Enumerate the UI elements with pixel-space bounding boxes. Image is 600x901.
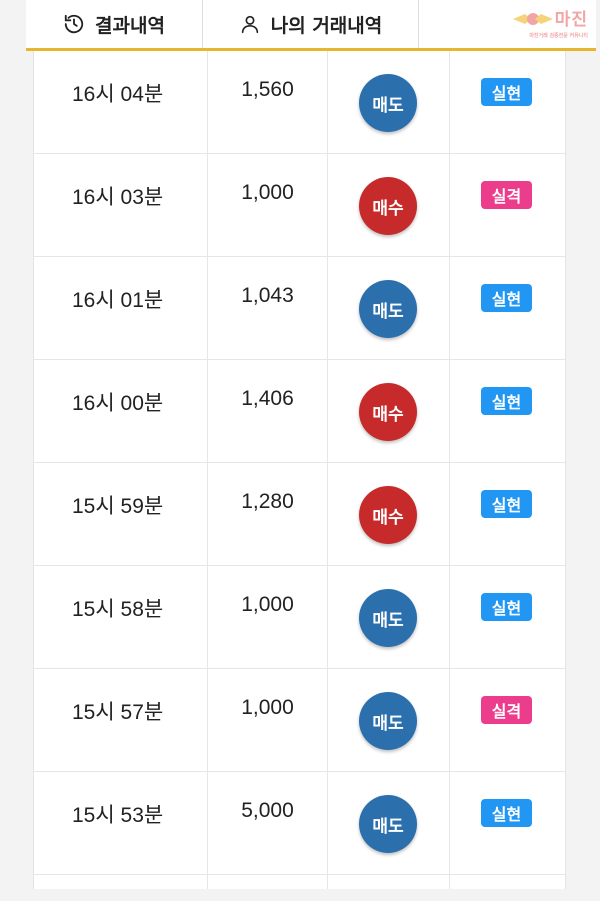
trade-time: 15시 57분 <box>72 701 164 724</box>
time-cell: 16시 00분 <box>34 360 208 462</box>
result-badge: 실현 <box>481 78 532 106</box>
side-cell: 매수 <box>328 463 450 565</box>
side-cell: 매도 <box>328 669 450 771</box>
logo-emblem-icon <box>511 10 555 32</box>
trade-side-badge: 매수 <box>359 383 417 441</box>
trade-time: 16시 03분 <box>72 186 164 209</box>
trade-side-badge: 매수 <box>359 486 417 544</box>
table-row: 16시 01분 1,043 매도 실현 <box>34 257 565 360</box>
amount-cell: 1,280 <box>208 463 328 565</box>
amount-cell: 1,000 <box>208 669 328 771</box>
result-badge: 실현 <box>481 799 532 827</box>
table-row: 16시 00분 1,406 매수 실현 <box>34 360 565 463</box>
trade-amount: 1,043 <box>241 284 294 307</box>
result-cell: 실현 <box>450 257 565 359</box>
time-cell: 15시 58분 <box>34 566 208 668</box>
result-cell: 실현 <box>450 360 565 462</box>
trade-amount: 1,560 <box>241 78 294 101</box>
amount-cell: 1,406 <box>208 360 328 462</box>
amount-cell: 1,000 <box>208 566 328 668</box>
logo-text: 마진 <box>554 10 588 30</box>
trade-amount: 1,000 <box>241 181 294 204</box>
result-badge: 실현 <box>481 284 532 312</box>
trade-amount: 1,000 <box>241 593 294 616</box>
result-cell: 실격 <box>450 669 565 771</box>
trade-amount: 1,280 <box>241 490 294 513</box>
result-badge: 실격 <box>481 181 532 209</box>
trade-time: 15시 58분 <box>72 598 164 621</box>
result-cell: 실현 <box>450 51 565 153</box>
trade-side-badge: 매도 <box>359 795 417 853</box>
time-cell: 15시 59분 <box>34 463 208 565</box>
result-badge: 실현 <box>481 387 532 415</box>
logo: 마진 마진거래 검증전문 커뮤니티 <box>511 10 588 39</box>
result-badge: 실현 <box>481 490 532 518</box>
table-row: 15시 59분 1,280 매수 실현 <box>34 463 565 566</box>
trade-time: 15시 59분 <box>72 495 164 518</box>
table-row: 15시 53분 5,000 매도 실현 <box>34 772 565 875</box>
tab-my-trades-label: 나의 거래내역 <box>270 14 383 37</box>
side-cell: 매수 <box>328 360 450 462</box>
table-row: 15시 57분 1,000 매도 실격 <box>34 669 565 772</box>
time-cell: 16시 01분 <box>34 257 208 359</box>
trade-amount: 5,000 <box>241 799 294 822</box>
time-cell: 15시 57분 <box>34 669 208 771</box>
result-cell: 실현 <box>450 463 565 565</box>
tab-results-label: 결과내역 <box>95 14 165 37</box>
result-badge: 실격 <box>481 696 532 724</box>
history-icon <box>63 13 85 35</box>
time-cell: 15시 53분 <box>34 772 208 874</box>
result-cell: 실현 <box>450 566 565 668</box>
amount-cell: 5,000 <box>208 772 328 874</box>
table-row: 16시 03분 1,000 매수 실격 <box>34 154 565 257</box>
user-icon <box>239 13 261 35</box>
trade-amount: 1,000 <box>241 696 294 719</box>
time-cell: 16시 04분 <box>34 51 208 153</box>
side-cell: 매도 <box>328 257 450 359</box>
result-cell: 실현 <box>450 772 565 874</box>
result-cell: 실격 <box>450 154 565 256</box>
side-cell: 매수 <box>328 154 450 256</box>
trade-time: 16시 01분 <box>72 289 164 312</box>
result-badge: 실현 <box>481 593 532 621</box>
tab-my-trades[interactable]: 나의 거래내역 <box>203 0 419 48</box>
trade-time: 15시 53분 <box>72 804 164 827</box>
logo-subtitle: 마진거래 검증전문 커뮤니티 <box>529 32 588 39</box>
table-row: 16시 04분 1,560 매도 실현 <box>34 51 565 154</box>
side-cell: 매도 <box>328 51 450 153</box>
trade-side-badge: 매도 <box>359 692 417 750</box>
side-cell: 매도 <box>328 772 450 874</box>
amount-cell: 1,560 <box>208 51 328 153</box>
tab-results[interactable]: 결과내역 <box>26 0 203 48</box>
side-cell: 매도 <box>328 566 450 668</box>
logo-area: 마진 마진거래 검증전문 커뮤니티 <box>419 0 596 48</box>
trade-side-badge: 매도 <box>359 589 417 647</box>
trade-side-badge: 매수 <box>359 177 417 235</box>
table-row: 15시 58분 1,000 매도 실현 <box>34 566 565 669</box>
trade-time: 16시 04분 <box>72 83 164 106</box>
top-tab-bar: 결과내역 나의 거래내역 마진 마진거래 검증전문 커뮤니티 <box>26 0 596 51</box>
amount-cell: 1,043 <box>208 257 328 359</box>
trade-side-badge: 매도 <box>359 74 417 132</box>
trade-time: 16시 00분 <box>72 392 164 415</box>
time-cell: 16시 03분 <box>34 154 208 256</box>
trade-side-badge: 매도 <box>359 280 417 338</box>
table-row <box>34 875 565 889</box>
trade-amount: 1,406 <box>241 387 294 410</box>
trade-history-list: 16시 04분 1,560 매도 실현 16시 03분 1,000 매수 실격 16시 01분 1… <box>33 51 566 889</box>
amount-cell: 1,000 <box>208 154 328 256</box>
